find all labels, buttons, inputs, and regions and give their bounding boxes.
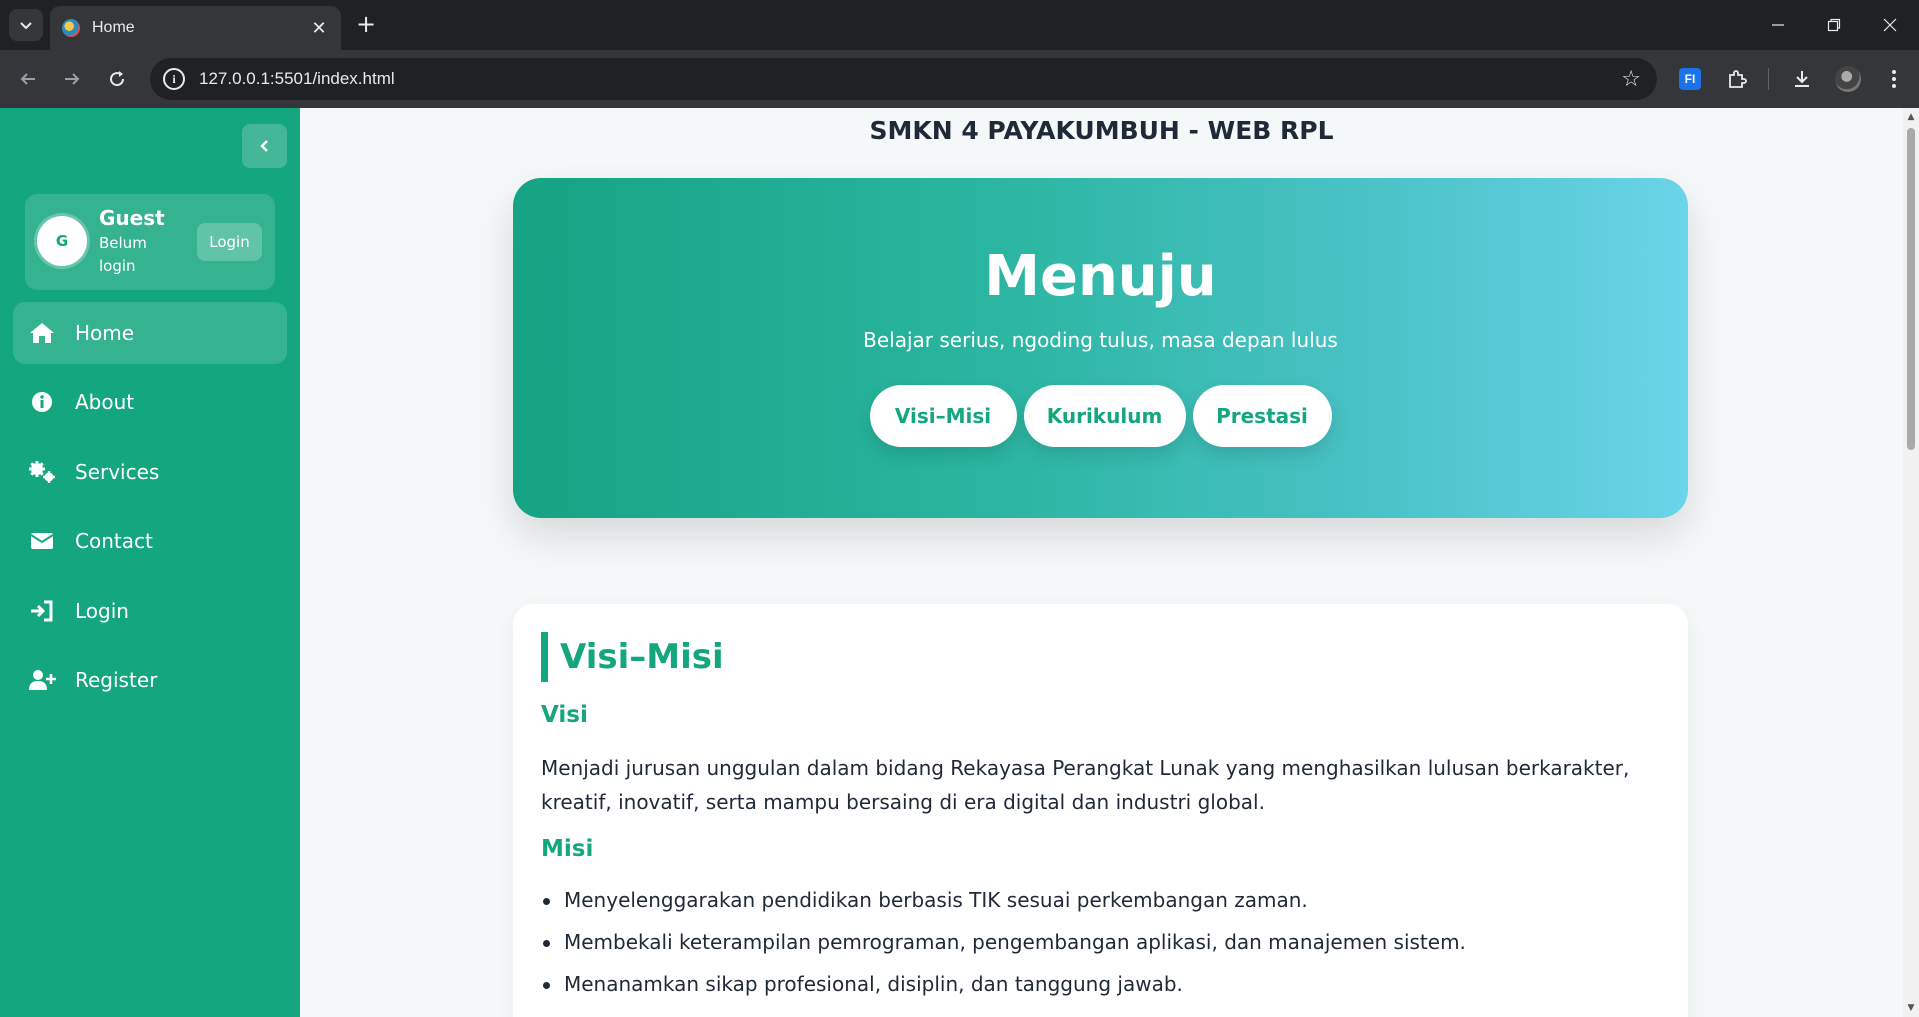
reload-icon [110,71,125,87]
user-card: G Guest Belum login Login [25,194,275,290]
sidebar-item-contact[interactable]: Contact [13,510,287,572]
list-item: Menanamkan sikap profesional, disiplin, … [541,967,1661,1009]
chevron-down-icon [20,22,32,30]
visi-misi-button[interactable]: Visi–Misi [869,385,1017,447]
home-icon [28,319,56,347]
user-plus-icon [28,666,56,694]
user-name: Guest [99,206,165,230]
sidebar: G Guest Belum login Login Home About Ser… [0,108,300,1017]
hero-title: Menuju [984,244,1217,309]
page-scrollbar[interactable]: ▲ ▼ [1903,108,1919,1017]
visi-text: Menjadi jurusan unggulan dalam bidang Re… [541,756,1630,814]
site-title: SMKN 4 PAYAKUMBUH - WEB RPL [869,116,1334,145]
section-title: Visi–Misi [541,632,724,682]
sidebar-item-label: Contact [75,529,153,553]
info-icon [28,388,56,416]
hero-subtitle: Belajar serius, ngoding tulus, masa depa… [863,328,1338,352]
back-button[interactable] [13,64,43,94]
main-content: SMKN 4 PAYAKUMBUH - WEB RPL Menuju Belaj… [300,108,1903,1017]
restore-button[interactable] [1807,0,1861,50]
more-menu-icon[interactable] [1879,64,1909,94]
sidebar-item-register[interactable]: Register [13,649,287,711]
sidebar-item-label: Home [75,321,135,345]
url-text[interactable]: 127.0.0.1:5501/index.html [199,69,1621,89]
user-login-button[interactable]: Login [197,223,262,261]
favicon-icon [62,19,80,37]
arrow-right-icon [65,73,80,85]
chevron-left-icon [259,140,268,152]
sidebar-item-label: Services [75,460,160,484]
hero-button-group: Visi–Misi Kurikulum Prestasi [513,385,1688,447]
scrollbar-thumb[interactable] [1907,128,1915,450]
minimize-icon [1772,24,1784,26]
hero-banner: Menuju Belajar serius, ngoding tulus, ma… [513,178,1688,518]
sign-in-icon [28,597,56,625]
sidebar-item-login[interactable]: Login [13,580,287,642]
close-window-button[interactable] [1863,0,1917,50]
sidebar-item-label: Login [75,599,129,623]
user-status: Belum login [99,234,147,275]
reload-button[interactable] [102,64,132,94]
close-icon [1883,18,1897,32]
visi-misi-card: Visi–Misi Visi Menjadi jurusan unggulan … [513,604,1688,1017]
sidebar-item-about[interactable]: About [13,371,287,433]
tab-close-icon[interactable]: ✕ [309,18,329,39]
browser-tab-bar: Home ✕ + [0,0,1919,50]
gears-icon [28,458,56,486]
forward-button[interactable] [57,64,87,94]
profile-avatar-icon[interactable] [1835,66,1861,92]
list-item: Membekali keterampilan pemrograman, peng… [541,925,1661,967]
list-item: Menyelenggarakan pendidikan berbasis TIK… [541,883,1661,925]
toolbar-separator [1768,68,1769,90]
sidebar-item-home[interactable]: Home [13,302,287,364]
minimize-button[interactable] [1751,0,1805,50]
extensions-puzzle-icon[interactable] [1722,64,1752,94]
address-bar[interactable]: i 127.0.0.1:5501/index.html ☆ [150,58,1657,100]
site-info-icon[interactable]: i [163,68,185,90]
extension-fi-icon[interactable]: FI [1679,68,1701,90]
download-icon[interactable] [1787,64,1817,94]
new-tab-button[interactable]: + [352,10,380,38]
envelope-icon [28,527,56,555]
kurikulum-button[interactable]: Kurikulum [1023,385,1186,447]
tab-title: Home [92,19,135,36]
sidebar-item-label: Register [75,668,158,692]
scroll-down-arrow-icon[interactable]: ▼ [1906,1003,1916,1013]
sidebar-item-label: About [75,390,135,414]
misi-list: Menyelenggarakan pendidikan berbasis TIK… [541,883,1661,1009]
scroll-up-arrow-icon[interactable]: ▲ [1906,112,1916,122]
avatar: G [37,216,87,266]
restore-icon [1827,18,1841,32]
misi-heading: Misi [541,836,594,862]
sidebar-collapse-button[interactable] [242,124,287,168]
tab-search-button[interactable] [9,9,43,41]
arrow-left-icon [20,73,35,85]
browser-tab-active[interactable]: Home ✕ [50,6,341,50]
bookmark-star-icon[interactable]: ☆ [1621,67,1641,92]
browser-toolbar: i 127.0.0.1:5501/index.html ☆ FI [0,50,1919,108]
visi-heading: Visi [541,702,588,728]
prestasi-button[interactable]: Prestasi [1192,385,1332,447]
sidebar-item-services[interactable]: Services [13,441,287,503]
